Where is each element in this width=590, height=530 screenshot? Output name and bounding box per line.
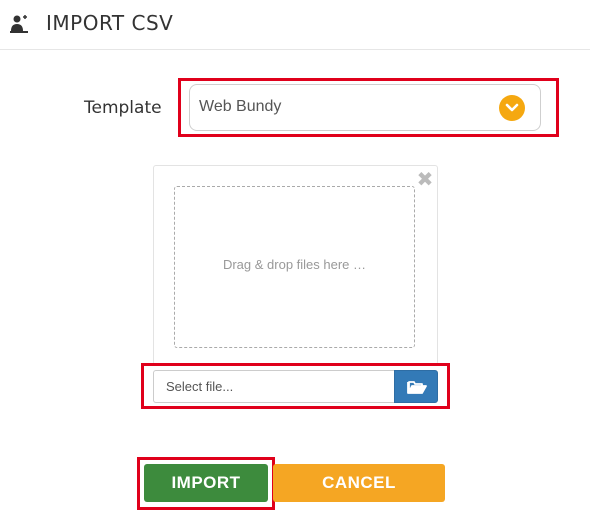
header-divider bbox=[0, 49, 590, 50]
file-preview-panel: ✖ Drag & drop files here … bbox=[153, 165, 438, 365]
close-icon[interactable]: ✖ bbox=[416, 169, 434, 189]
file-caption: Select file... bbox=[166, 379, 234, 394]
user-import-icon bbox=[10, 14, 28, 34]
cancel-button[interactable]: CANCEL bbox=[273, 464, 445, 502]
import-button[interactable]: IMPORT bbox=[144, 464, 268, 502]
chevron-down-icon[interactable] bbox=[499, 95, 525, 121]
template-select-value: Web Bundy bbox=[199, 98, 282, 115]
template-label: Template bbox=[84, 98, 162, 118]
dialog-header: IMPORT CSV bbox=[0, 0, 590, 50]
browse-button[interactable] bbox=[394, 370, 438, 403]
file-caption-input[interactable]: Select file... bbox=[153, 370, 395, 403]
drop-zone-text: Drag & drop files here … bbox=[222, 257, 367, 272]
template-select[interactable]: Web Bundy bbox=[189, 84, 541, 131]
drop-zone[interactable]: Drag & drop files here … bbox=[174, 186, 415, 348]
dialog-title: IMPORT CSV bbox=[46, 11, 174, 35]
